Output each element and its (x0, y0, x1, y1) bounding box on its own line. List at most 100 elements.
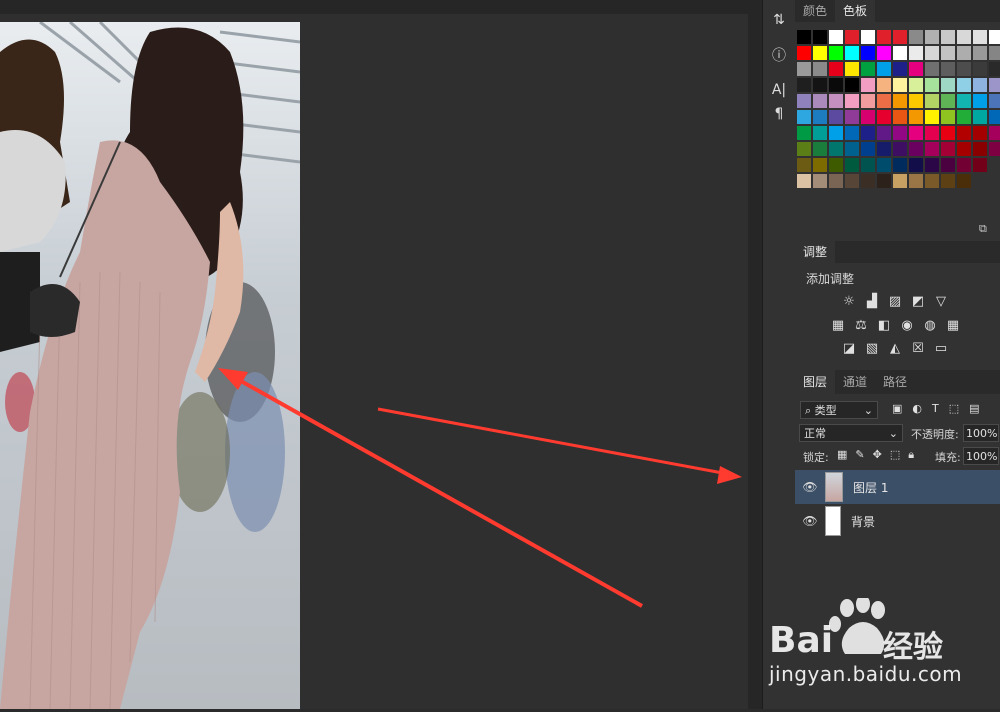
bw-icon[interactable]: ◧ (876, 317, 892, 333)
character-icon[interactable]: A| (767, 78, 791, 102)
color-swatch[interactable] (925, 158, 939, 172)
color-swatch[interactable] (797, 126, 811, 140)
new-swatch-icon[interactable]: ⧉ (979, 222, 987, 236)
color-swatch[interactable] (813, 110, 827, 124)
color-swatch[interactable] (813, 158, 827, 172)
tab-paths[interactable]: 路径 (875, 370, 915, 394)
color-swatch[interactable] (909, 46, 923, 60)
color-swatch[interactable] (909, 126, 923, 140)
color-swatch[interactable] (909, 62, 923, 76)
color-swatch[interactable] (893, 94, 907, 108)
color-swatch[interactable] (877, 30, 891, 44)
color-swatch[interactable] (893, 78, 907, 92)
color-swatch[interactable] (813, 174, 827, 188)
color-swatch[interactable] (957, 62, 971, 76)
color-swatch[interactable] (797, 30, 811, 44)
color-swatch[interactable] (925, 30, 939, 44)
color-swatch[interactable] (909, 174, 923, 188)
color-swatch[interactable] (877, 46, 891, 60)
color-swatch[interactable] (861, 158, 875, 172)
color-swatch[interactable] (797, 174, 811, 188)
color-swatch[interactable] (861, 78, 875, 92)
gradient-map-icon[interactable]: ▭ (933, 340, 949, 356)
lock-all-icon[interactable]: 🔒︎ (908, 448, 914, 462)
color-swatch[interactable] (957, 94, 971, 108)
color-swatch[interactable] (989, 94, 1000, 108)
color-swatch[interactable] (813, 94, 827, 108)
tab-layers[interactable]: 图层 (795, 370, 836, 394)
color-swatch[interactable] (989, 142, 1000, 156)
color-swatch[interactable] (893, 126, 907, 140)
color-swatch[interactable] (925, 62, 939, 76)
color-swatch[interactable] (957, 158, 971, 172)
color-swatch[interactable] (877, 110, 891, 124)
color-swatch[interactable] (845, 158, 859, 172)
balance-icon[interactable]: ⚖ (853, 317, 869, 333)
color-swatch[interactable] (797, 142, 811, 156)
color-swatch[interactable] (893, 62, 907, 76)
color-swatch[interactable] (989, 78, 1000, 92)
tab-channels[interactable]: 通道 (835, 370, 875, 394)
color-swatch[interactable] (925, 110, 939, 124)
color-swatch[interactable] (893, 110, 907, 124)
color-swatch[interactable] (909, 142, 923, 156)
color-swatch[interactable] (941, 110, 955, 124)
color-swatch[interactable] (893, 46, 907, 60)
selective-icon[interactable]: ☒ (910, 340, 926, 356)
exposure-icon[interactable]: ◩ (910, 293, 926, 309)
threshold-icon[interactable]: ◭ (887, 340, 903, 356)
color-swatch[interactable] (941, 78, 955, 92)
color-swatch[interactable] (877, 142, 891, 156)
color-swatch[interactable] (925, 174, 939, 188)
color-swatch[interactable] (941, 46, 955, 60)
color-swatch[interactable] (829, 62, 843, 76)
brightness-icon[interactable]: ☼ (841, 293, 857, 309)
color-swatch[interactable] (861, 174, 875, 188)
color-swatch[interactable] (957, 78, 971, 92)
tab-swatches[interactable]: 色板 (835, 0, 876, 22)
lock-artboard-icon[interactable]: ⬚ (890, 448, 900, 462)
color-swatch[interactable] (957, 174, 971, 188)
color-swatch[interactable] (957, 110, 971, 124)
color-swatch[interactable] (893, 158, 907, 172)
color-swatch[interactable] (877, 158, 891, 172)
color-swatch[interactable] (973, 126, 987, 140)
color-swatch[interactable] (909, 158, 923, 172)
vibrance-icon[interactable]: ▽ (933, 293, 949, 309)
eye-icon[interactable]: 👁︎ (795, 480, 825, 494)
swatch-grid[interactable] (795, 30, 1000, 195)
color-swatch[interactable] (829, 94, 843, 108)
color-swatch[interactable] (877, 78, 891, 92)
paragraph-icon[interactable]: ¶ (767, 102, 791, 126)
color-swatch[interactable] (797, 158, 811, 172)
color-swatch[interactable] (877, 94, 891, 108)
color-swatch[interactable] (957, 46, 971, 60)
color-swatch[interactable] (941, 30, 955, 44)
color-swatch[interactable] (893, 142, 907, 156)
color-swatch[interactable] (845, 30, 859, 44)
layer-row-background[interactable]: 👁︎ 背景 (795, 504, 1000, 538)
lock-move-icon[interactable]: ✥ (873, 448, 882, 462)
color-swatch[interactable] (909, 94, 923, 108)
type-filter-icon[interactable]: T (932, 402, 939, 415)
color-swatch[interactable] (925, 78, 939, 92)
color-swatch[interactable] (989, 110, 1000, 124)
color-swatch[interactable] (877, 126, 891, 140)
color-swatch[interactable] (957, 30, 971, 44)
color-swatch[interactable] (845, 46, 859, 60)
color-swatch[interactable] (925, 142, 939, 156)
color-swatch[interactable] (829, 126, 843, 140)
color-swatch[interactable] (989, 126, 1000, 140)
color-swatch[interactable] (813, 142, 827, 156)
color-swatch[interactable] (813, 46, 827, 60)
eye-icon[interactable]: 👁︎ (795, 514, 825, 528)
color-swatch[interactable] (829, 158, 843, 172)
tab-adjustments[interactable]: 调整 (795, 241, 836, 263)
color-swatch[interactable] (845, 126, 859, 140)
color-swatch[interactable] (973, 142, 987, 156)
shape-filter-icon[interactable]: ⬚ (949, 402, 959, 415)
color-swatch[interactable] (925, 126, 939, 140)
color-swatch[interactable] (845, 94, 859, 108)
color-swatch[interactable] (845, 78, 859, 92)
color-swatch[interactable] (845, 110, 859, 124)
